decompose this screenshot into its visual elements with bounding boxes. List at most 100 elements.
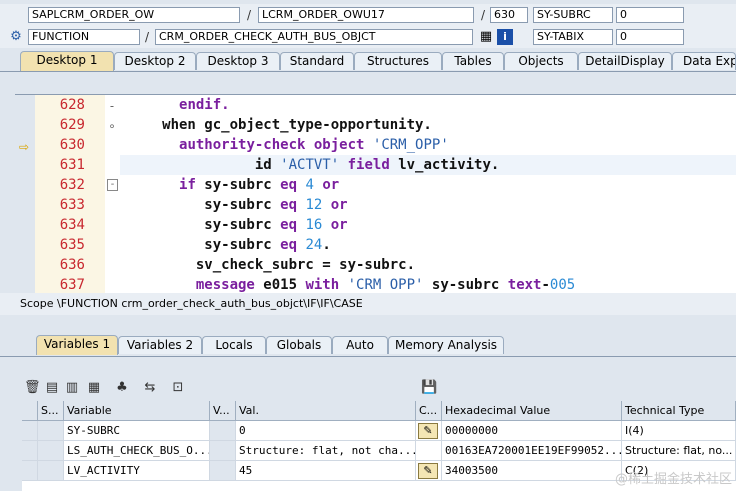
tab-structures[interactable]: Structures xyxy=(354,52,442,70)
tab-desktop-1[interactable]: Desktop 1 xyxy=(20,51,114,71)
line-number: 628 xyxy=(59,97,85,113)
tab-variables-1[interactable]: Variables 1 xyxy=(36,335,118,355)
column-header-change[interactable]: C... xyxy=(416,401,442,421)
export-icon[interactable]: ▥ xyxy=(64,380,80,396)
hex-value-cell[interactable]: 00163EA720001EE19EF99052... xyxy=(442,441,622,461)
event-name-field[interactable]: CRM_ORDER_CHECK_AUTH_BUS_OBJCT xyxy=(155,29,473,45)
column-header-hex[interactable]: Hexadecimal Value xyxy=(442,401,622,421)
desktop-tab-bar: Desktop 1 Desktop 2 Desktop 3 Standard S… xyxy=(0,49,736,72)
variables-toolbar: 🗑 ▤ ▥ ▦ ♣ ⇆ ⊡ 💾 xyxy=(0,376,736,400)
status-cell xyxy=(38,441,64,461)
save-icon[interactable]: 💾 xyxy=(421,380,437,396)
sy-subrc-value[interactable]: 0 xyxy=(616,7,684,23)
value-cell[interactable]: 0 xyxy=(236,421,416,441)
tab-globals[interactable]: Globals xyxy=(266,336,332,354)
line-number: 635 xyxy=(59,237,85,253)
import-icon[interactable]: ▤ xyxy=(44,380,60,396)
save-variables-icon[interactable]: ▦ xyxy=(86,380,102,396)
program-field[interactable]: SAPLCRM_ORDER_OW xyxy=(28,7,240,23)
row-selector[interactable] xyxy=(22,441,38,461)
tab-desktop-2[interactable]: Desktop 2 xyxy=(114,52,196,70)
separator: / xyxy=(145,30,150,44)
tab-data-explorer[interactable]: Data Expl xyxy=(672,52,736,70)
variable-name-cell[interactable]: LS_AUTH_CHECK_BUS_O... xyxy=(64,441,210,461)
tab-detail-display[interactable]: DetailDisplay xyxy=(578,52,672,70)
value-cell[interactable]: Structure: flat, not cha... xyxy=(236,441,416,461)
header-row-program: SAPLCRM_ORDER_OW / LCRM_ORDER_OWU17 / 63… xyxy=(0,4,736,26)
event-type-field[interactable]: FUNCTION xyxy=(28,29,140,45)
pencil-icon[interactable]: ✎ xyxy=(418,423,438,439)
change-cell: ✎ xyxy=(416,461,442,481)
column-header-status[interactable]: S... xyxy=(38,401,64,421)
value-cell[interactable]: 45 xyxy=(236,461,416,481)
line-number: 633 xyxy=(59,197,85,213)
tab-standard[interactable]: Standard xyxy=(280,52,354,70)
v-cell xyxy=(210,421,236,441)
sy-tabix-value[interactable]: 0 xyxy=(616,29,684,45)
code-line-637: message e015 with 'CRM OPP' sy-subrc tex… xyxy=(195,277,576,293)
sy-subrc-label: SY-SUBRC xyxy=(533,7,613,23)
tab-tables[interactable]: Tables xyxy=(442,52,504,70)
filter-icon[interactable]: ⊡ xyxy=(170,380,186,396)
change-cell: ✎ xyxy=(416,421,442,441)
column-header-variable[interactable]: Variable xyxy=(64,401,210,421)
column-header-value[interactable]: Val. xyxy=(236,401,416,421)
row-selector[interactable] xyxy=(22,421,38,441)
line-number: 631 xyxy=(59,157,85,173)
v-cell xyxy=(210,461,236,481)
variable-tab-bar: Variables 1 Variables 2 Locals Globals A… xyxy=(0,333,736,357)
pencil-icon[interactable]: ✎ xyxy=(418,463,438,479)
separator: / xyxy=(247,8,252,22)
tab-memory-analysis[interactable]: Memory Analysis xyxy=(388,336,504,354)
header-row-event: ⚙ FUNCTION / CRM_ORDER_CHECK_AUTH_BUS_OB… xyxy=(0,26,736,48)
v-cell xyxy=(210,441,236,461)
sy-tabix-label: SY-TABIX xyxy=(533,29,613,45)
status-cell xyxy=(38,421,64,441)
code-line-635: sy-subrc eq 24. xyxy=(120,237,331,253)
tab-objects[interactable]: Objects xyxy=(504,52,578,70)
status-cell xyxy=(38,461,64,481)
code-line-630: authority-check object 'CRM_OPP' xyxy=(179,137,449,153)
row-selector[interactable] xyxy=(22,461,38,481)
line-number: 630 xyxy=(59,137,85,153)
include-field[interactable]: LCRM_ORDER_OWU17 xyxy=(258,7,474,23)
scope-path: Scope \FUNCTION crm_order_check_auth_bus… xyxy=(0,293,736,315)
navigate-icon[interactable]: ⇆ xyxy=(142,380,158,396)
watermark: @稀土掘金技术社区 xyxy=(614,472,732,487)
line-field[interactable]: 630 xyxy=(490,7,528,23)
variable-name-cell[interactable]: LV_ACTIVITY xyxy=(64,461,210,481)
code-line-636: sv_check_subrc = sy-subrc. xyxy=(120,257,416,273)
row-selector-header xyxy=(22,401,38,421)
source-code-editor[interactable]: ⇨ 628 629 630 631 632 633 634 635 636 63… xyxy=(15,94,736,294)
column-header-v[interactable]: V... xyxy=(210,401,236,421)
source-icon[interactable]: ▦ xyxy=(478,29,494,45)
line-number: 636 xyxy=(59,257,85,273)
line-number: 629 xyxy=(59,117,85,133)
tab-desktop-3[interactable]: Desktop 3 xyxy=(196,52,280,70)
hex-value-cell[interactable]: 34003500 xyxy=(442,461,622,481)
fold-marker: ∘ xyxy=(108,119,116,133)
delete-icon[interactable]: 🗑 xyxy=(24,380,41,396)
tab-variables-2[interactable]: Variables 2 xyxy=(118,336,202,354)
line-number: 632 xyxy=(59,177,85,193)
tab-locals[interactable]: Locals xyxy=(202,336,266,354)
variable-name-cell[interactable]: SY-SUBRC xyxy=(64,421,210,441)
code-line-633: sy-subrc eq 12 or xyxy=(120,197,348,213)
function-icon: ⚙ xyxy=(10,29,22,44)
code-line-631: id 'ACTVT' field lv_activity. xyxy=(120,157,500,173)
tab-auto[interactable]: Auto xyxy=(332,336,388,354)
technical-type-cell: I(4) xyxy=(622,421,736,441)
line-number: 637 xyxy=(59,277,85,293)
column-header-technical-type[interactable]: Technical Type xyxy=(622,401,736,421)
line-number: 634 xyxy=(59,217,85,233)
separator: / xyxy=(481,8,486,22)
code-line-629: when gc_object_type-opportunity. xyxy=(120,117,432,133)
code-line-632: if sy-subrc eq 4 or xyxy=(179,177,340,193)
hierarchy-icon[interactable]: ♣ xyxy=(114,380,130,396)
change-cell xyxy=(416,441,442,461)
fold-marker: - xyxy=(108,99,116,113)
code-line-634: sy-subrc eq 16 or xyxy=(120,217,348,233)
info-icon[interactable]: i xyxy=(497,29,513,45)
hex-value-cell[interactable]: 00000000 xyxy=(442,421,622,441)
collapse-toggle-icon[interactable]: - xyxy=(107,179,118,191)
